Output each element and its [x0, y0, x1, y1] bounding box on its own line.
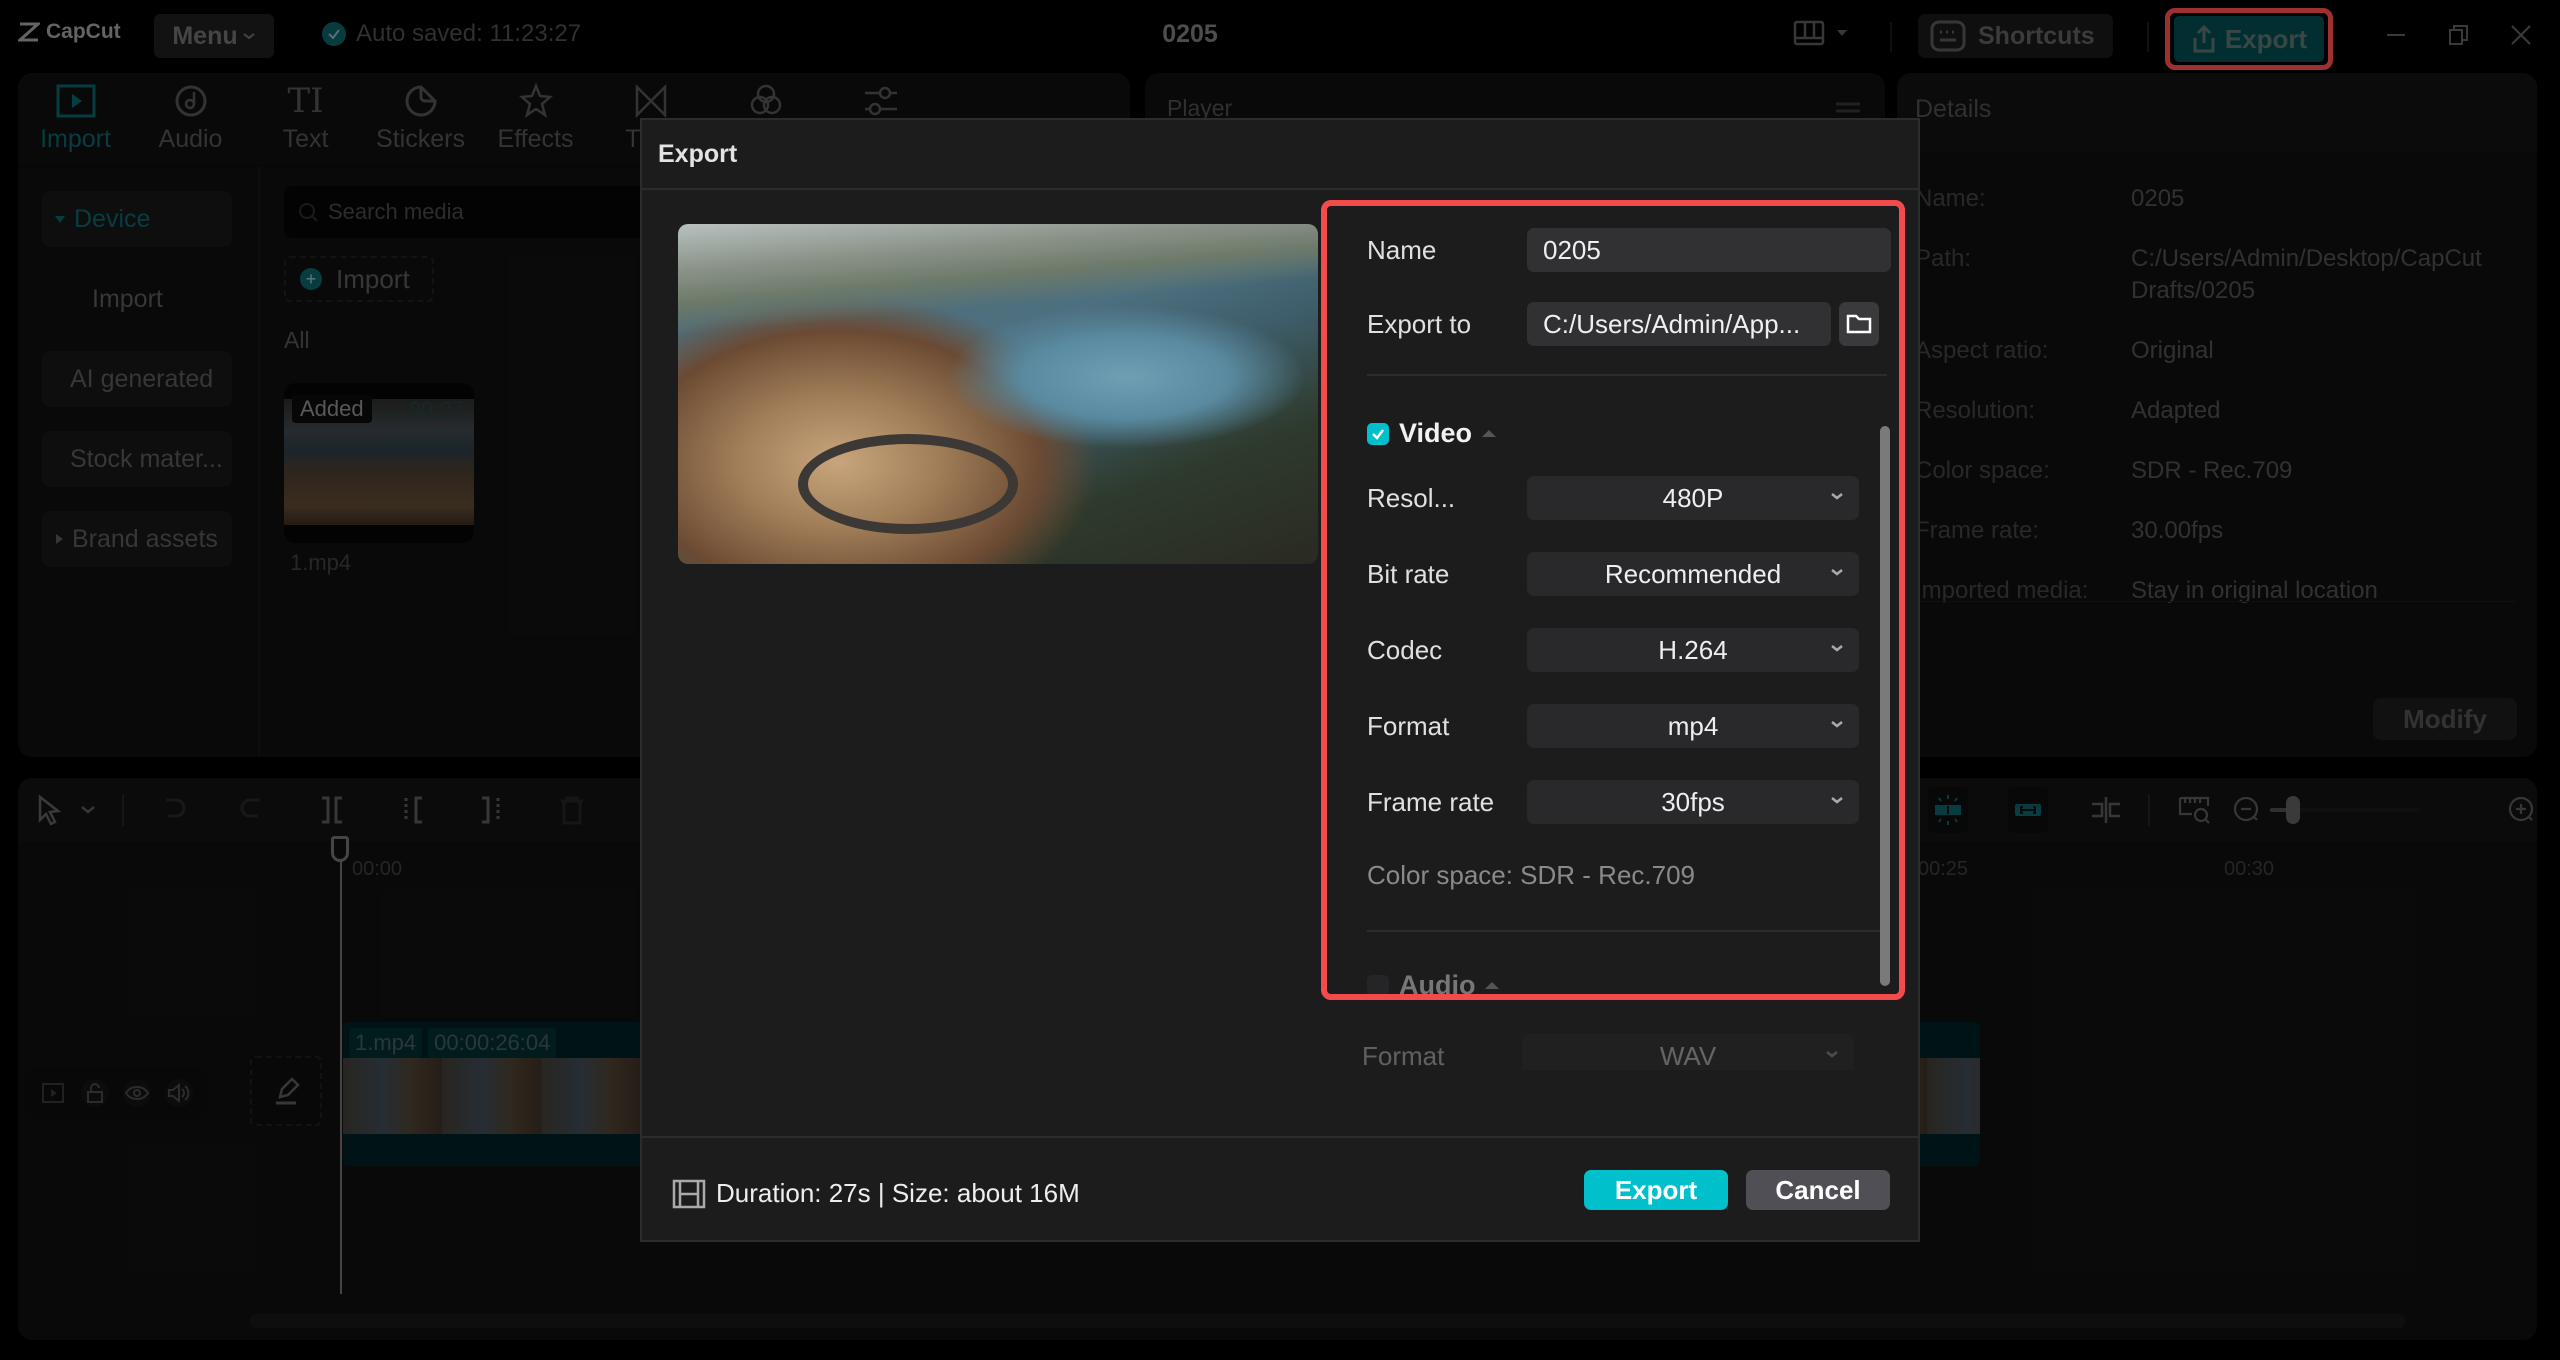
codec-row: Codec H.264 — [1367, 628, 1859, 672]
export-path-value: C:/Users/Admin/App... — [1543, 308, 1801, 339]
chevron-down-icon — [1831, 645, 1843, 652]
name-label: Name — [1367, 234, 1437, 265]
audio-section-header[interactable]: Audio — [1367, 970, 1500, 1000]
check-icon — [1372, 428, 1384, 440]
name-value: 0205 — [1543, 234, 1601, 265]
color-space-info: Color space: SDR - Rec.709 — [1367, 860, 1696, 890]
dialog-title: Export — [658, 140, 738, 168]
audio-settings-peek: Format WAV — [1322, 1030, 1906, 1070]
format-select[interactable]: mp4 — [1527, 704, 1859, 748]
select-value: 30fps — [1661, 786, 1725, 817]
select-value: Recommended — [1604, 558, 1782, 589]
codec-select[interactable]: H.264 — [1527, 628, 1859, 672]
duration-size-text: Duration: 27s | Size: about 16M — [716, 1178, 1080, 1208]
divider — [1367, 930, 1887, 932]
format-label: Format — [1367, 710, 1450, 741]
resolution-label: Resol... — [1367, 482, 1456, 513]
dialog-header: Export — [642, 120, 1918, 190]
select-value: WAV — [1659, 1040, 1717, 1071]
resolution-select[interactable]: 480P — [1527, 476, 1859, 520]
audio-format-row: Format WAV — [1362, 1034, 1854, 1070]
export-preview-image — [678, 224, 1318, 564]
export-summary: Duration: 27s | Size: about 16M — [672, 1178, 1080, 1209]
dialog-footer: Duration: 27s | Size: about 16M Export C… — [642, 1136, 1918, 1242]
collapse-caret-icon[interactable] — [1482, 430, 1497, 437]
select-value: 480P — [1662, 482, 1724, 513]
name-row: Name 0205 — [1367, 228, 1891, 272]
chevron-down-icon — [1831, 569, 1843, 576]
export-settings-highlight: Name 0205 Export to C:/Users/Admin/App..… — [1321, 200, 1905, 1000]
chevron-down-icon — [1826, 1051, 1838, 1058]
video-checkbox[interactable] — [1367, 422, 1389, 445]
film-icon — [672, 1179, 706, 1208]
folder-icon — [1846, 314, 1872, 334]
audio-checkbox[interactable] — [1367, 974, 1389, 994]
select-value: H.264 — [1658, 634, 1728, 665]
bitrate-label: Bit rate — [1367, 558, 1450, 589]
export-to-label: Export to — [1367, 308, 1472, 339]
chevron-down-icon — [1831, 721, 1843, 728]
frame-rate-row: Frame rate 30fps — [1367, 780, 1859, 824]
chevron-down-icon — [1831, 797, 1843, 804]
bitrate-row: Bit rate Recommended — [1367, 552, 1859, 596]
bitrate-select[interactable]: Recommended — [1527, 552, 1859, 596]
export-path-input[interactable]: C:/Users/Admin/App... — [1527, 302, 1831, 346]
select-value: mp4 — [1667, 710, 1719, 741]
codec-label: Codec — [1367, 634, 1443, 665]
export-dialog: Export Name 0205 Export to C:/Users/Admi… — [640, 118, 1920, 1242]
export-button[interactable]: Export — [1584, 1170, 1728, 1210]
video-label: Video — [1399, 418, 1473, 448]
audio-format-select[interactable]: WAV — [1522, 1034, 1854, 1070]
frame-rate-label: Frame rate — [1367, 786, 1495, 817]
video-section-header[interactable]: Video — [1367, 418, 1497, 449]
audio-label: Audio — [1399, 970, 1476, 1000]
name-input[interactable]: 0205 — [1527, 228, 1891, 272]
audio-format-label: Format — [1362, 1040, 1445, 1071]
divider — [1367, 374, 1887, 376]
export-to-row: Export to C:/Users/Admin/App... — [1367, 302, 1879, 346]
resolution-row: Resol... 480P — [1367, 476, 1859, 520]
frame-rate-select[interactable]: 30fps — [1527, 780, 1859, 824]
cancel-button[interactable]: Cancel — [1746, 1170, 1890, 1210]
export-settings: Name 0205 Export to C:/Users/Admin/App..… — [1327, 206, 1899, 1000]
format-row: Format mp4 — [1367, 704, 1859, 748]
preview-road-shape — [798, 434, 1018, 534]
chevron-down-icon — [1831, 493, 1843, 500]
settings-scrollbar[interactable] — [1880, 426, 1890, 986]
browse-folder-button[interactable] — [1839, 302, 1879, 346]
collapse-caret-icon[interactable] — [1485, 982, 1500, 989]
